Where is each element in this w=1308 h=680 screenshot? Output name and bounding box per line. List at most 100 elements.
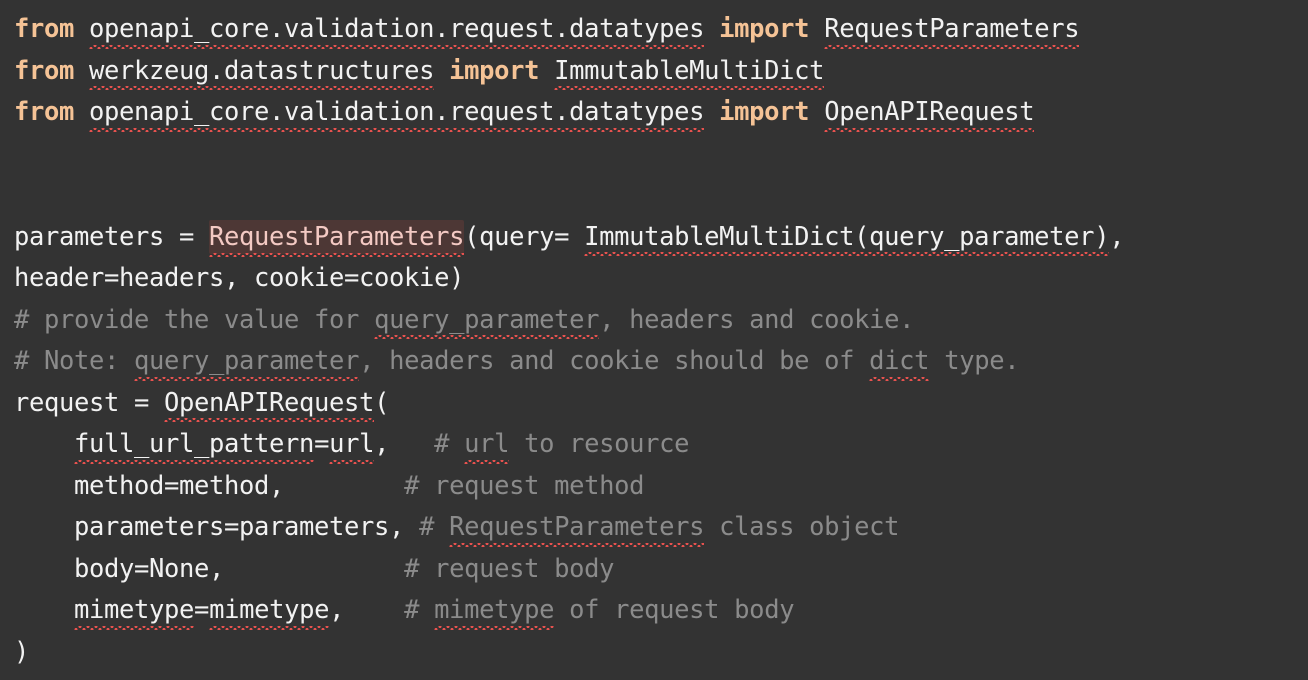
code-token-plain: , <box>374 429 435 459</box>
error-squiggle-underline: mimetype <box>209 590 329 632</box>
code-token-comment: # <box>419 512 450 542</box>
code-token-plain: mimetype <box>74 595 194 630</box>
code-token-plain: = <box>194 595 210 625</box>
code-token-comment: , headers and cookie. <box>599 304 915 335</box>
code-line[interactable]: ) <box>14 632 1308 674</box>
code-token-plain: werkzeug.datastructures <box>89 56 434 90</box>
code-line[interactable]: header=headers, cookie=cookie) <box>14 258 1308 300</box>
code-token-comment: to resource <box>509 429 690 459</box>
code-token-comment: , headers and cookie should be of <box>359 346 870 376</box>
code-token-keyword: import <box>449 55 540 86</box>
code-token-keyword: from <box>14 14 75 44</box>
code-token-keyword: from <box>14 55 75 86</box>
code-token-plain: method=method, <box>14 470 405 501</box>
error-squiggle-underline: OpenAPIRequest <box>824 92 1035 134</box>
code-token-plain: ImmutableMultiDict <box>554 56 825 90</box>
code-token-plain: ) <box>14 636 30 667</box>
code-token-comment: url <box>464 429 509 464</box>
code-line[interactable]: full_url_pattern=url, # url to resource <box>14 424 1308 466</box>
code-token-plain: , <box>1109 221 1125 252</box>
code-token-keyword: import <box>719 14 810 44</box>
code-token-comment: type. <box>929 346 1020 376</box>
code-token-plain: mimetype <box>209 595 329 630</box>
code-token-comment: dict <box>869 346 930 381</box>
code-token-plain: openapi_core.validation.request.datatype… <box>89 97 704 132</box>
error-squiggle-underline: query_parameter <box>374 300 599 342</box>
error-squiggle-underline: openapi_core.validation.request.datatype… <box>89 92 704 134</box>
code-token-comment: # <box>434 429 465 459</box>
error-squiggle-underline: RequestParameters <box>824 9 1080 51</box>
code-line[interactable] <box>14 134 1308 176</box>
code-token-keyword: from <box>14 97 75 127</box>
code-token-comment: query_parameter <box>374 305 599 339</box>
code-token-plain: ( <box>374 387 390 418</box>
code-line[interactable]: body=None, # request body <box>14 549 1308 591</box>
error-squiggle-underline: ImmutableMultiDict(query_parameter) <box>584 217 1110 259</box>
code-token-keyword: import <box>719 97 810 127</box>
code-token-plain: request = <box>14 387 165 418</box>
code-token-highlight: RequestParameters <box>209 219 464 257</box>
code-token-plain: RequestParameters <box>824 14 1080 49</box>
error-squiggle-underline: mimetype <box>434 590 555 632</box>
error-squiggle-underline: OpenAPIRequest <box>164 383 374 425</box>
error-squiggle-underline: RequestParameters <box>449 507 704 549</box>
code-token-plain: (query= <box>464 221 585 252</box>
code-token-plain: OpenAPIRequest <box>824 97 1035 132</box>
code-token-comment: of request body <box>554 595 795 625</box>
code-line[interactable]: from openapi_core.validation.request.dat… <box>14 92 1308 134</box>
code-token-plain: parameters = <box>14 221 210 252</box>
error-squiggle-underline: RequestParameters <box>209 217 464 259</box>
code-token-comment: query_parameter <box>134 346 359 381</box>
code-token-plain: openapi_core.validation.request.datatype… <box>89 14 704 49</box>
code-line[interactable]: request = OpenAPIRequest( <box>14 383 1308 425</box>
code-line[interactable]: from werkzeug.datastructures import Immu… <box>14 51 1308 93</box>
code-token-comment: RequestParameters <box>449 512 704 547</box>
error-squiggle-underline: mimetype <box>74 590 194 632</box>
code-token-comment: # provide the value for <box>14 304 375 335</box>
code-line[interactable]: parameters = RequestParameters(query= Im… <box>14 217 1308 259</box>
error-squiggle-underline: full_url_pattern <box>74 424 314 466</box>
code-token-plain: header=headers, cookie=cookie) <box>14 263 465 293</box>
code-token-plain: ImmutableMultiDict(query_parameter) <box>584 222 1110 256</box>
code-line[interactable]: from openapi_core.validation.request.dat… <box>14 9 1308 51</box>
code-token-plain: url <box>329 429 374 464</box>
code-line[interactable]: mimetype=mimetype, # mimetype of request… <box>14 590 1308 632</box>
code-token-comment: # request method <box>404 470 645 501</box>
code-token-comment: # request body <box>404 553 615 584</box>
code-token-plain: full_url_pattern <box>74 429 314 464</box>
code-block[interactable]: from openapi_core.validation.request.dat… <box>14 9 1308 673</box>
error-squiggle-underline: url <box>329 424 374 466</box>
error-squiggle-underline: openapi_core.validation.request.datatype… <box>89 9 704 51</box>
code-line[interactable] <box>14 175 1308 217</box>
error-squiggle-underline: url <box>464 424 509 466</box>
code-line[interactable]: parameters=parameters, # RequestParamete… <box>14 507 1308 549</box>
code-line[interactable]: # Note: query_parameter, headers and coo… <box>14 341 1308 383</box>
code-token-comment: # Note: <box>14 346 135 376</box>
error-squiggle-underline: dict <box>869 341 930 383</box>
code-token-comment: mimetype <box>434 595 555 630</box>
code-token-plain: , <box>329 595 405 625</box>
code-token-comment: # <box>404 595 435 625</box>
code-token-plain: OpenAPIRequest <box>164 388 374 422</box>
code-line[interactable]: method=method, # request method <box>14 466 1308 508</box>
code-line[interactable]: # provide the value for query_parameter,… <box>14 300 1308 342</box>
error-squiggle-underline: query_parameter <box>134 341 359 383</box>
code-editor-surface[interactable]: from openapi_core.validation.request.dat… <box>0 0 1308 680</box>
code-token-plain: = <box>314 429 330 459</box>
code-token-plain: body=None, <box>14 553 405 584</box>
code-token-comment: class object <box>704 512 900 542</box>
error-squiggle-underline: werkzeug.datastructures <box>89 51 434 93</box>
error-squiggle-underline: ImmutableMultiDict <box>554 51 825 93</box>
code-token-plain: parameters=parameters, <box>14 512 420 542</box>
